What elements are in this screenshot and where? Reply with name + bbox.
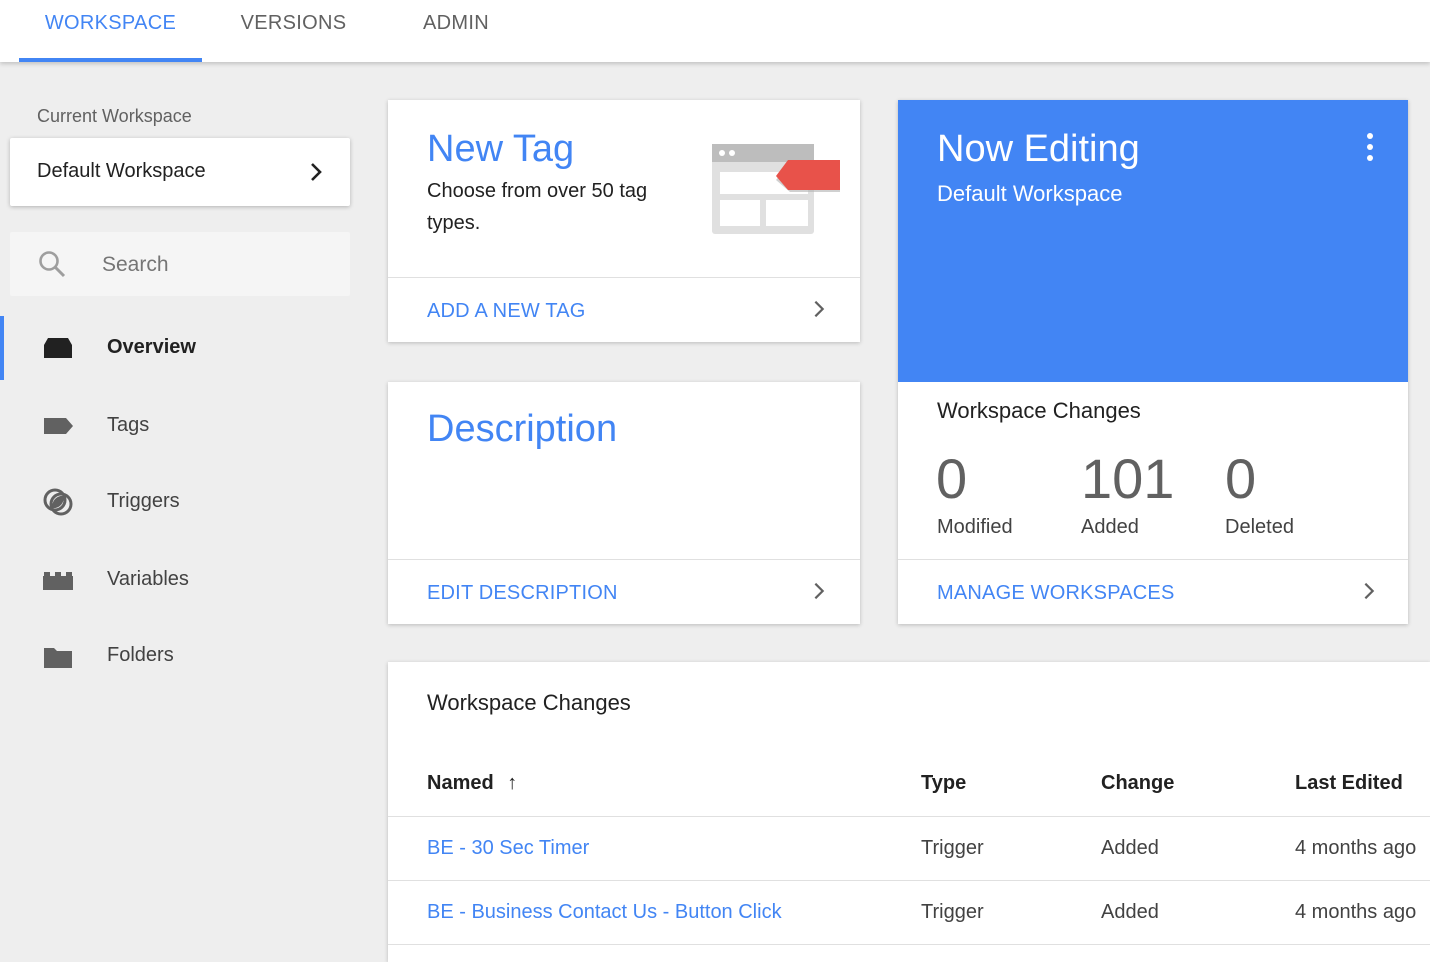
- tab-admin[interactable]: ADMIN: [400, 0, 512, 62]
- description-card: Description EDIT DESCRIPTION: [388, 382, 860, 624]
- workspace-changes-heading: Workspace Changes: [937, 398, 1141, 423]
- chevron-right-icon: [814, 300, 825, 318]
- variables-icon: [43, 572, 73, 590]
- change-name-link[interactable]: BE - 30 Sec Timer: [388, 816, 921, 881]
- chevron-right-icon: [1364, 582, 1375, 600]
- search-icon: [39, 251, 66, 278]
- now-editing-workspace: Default Workspace: [937, 181, 1123, 206]
- change-type: Trigger: [921, 880, 1101, 945]
- column-header-change[interactable]: Change: [1101, 750, 1295, 817]
- workspace-changes-table: Named ↑ Type Change Last Edited BE - 30 …: [388, 750, 1430, 945]
- tab-versions[interactable]: VERSIONS: [220, 0, 367, 62]
- sidebar-item-label: Variables: [107, 568, 189, 590]
- add-new-tag-label: ADD A NEW TAG: [427, 300, 586, 322]
- added-label: Added: [1081, 516, 1139, 538]
- tag-illustration-icon: [712, 144, 840, 234]
- deleted-count: 0: [1225, 447, 1257, 510]
- new-tag-card: New Tag Choose from over 50 tag types. A…: [388, 100, 860, 342]
- new-tag-desc-line2: types.: [427, 212, 481, 234]
- manage-workspaces-button[interactable]: MANAGE WORKSPACES: [898, 559, 1408, 624]
- sidebar-item-folders[interactable]: Folders: [0, 624, 360, 688]
- edit-description-label: EDIT DESCRIPTION: [427, 582, 618, 604]
- modified-label: Modified: [937, 516, 1013, 538]
- description-title: Description: [427, 408, 618, 450]
- tag-icon: [44, 418, 73, 434]
- current-workspace-label: Current Workspace: [37, 106, 192, 126]
- column-header-last-edited[interactable]: Last Edited: [1295, 750, 1430, 817]
- add-new-tag-button[interactable]: ADD A NEW TAG: [388, 277, 860, 342]
- sidebar-item-tags[interactable]: Tags: [0, 394, 360, 458]
- change-status: Added: [1101, 880, 1295, 945]
- chevron-right-icon: [814, 582, 825, 600]
- workspace-selector[interactable]: Default Workspace: [10, 138, 350, 206]
- table-row[interactable]: BE - Business Contact Us - Button Click …: [388, 880, 1430, 945]
- search-input[interactable]: [100, 248, 334, 282]
- now-editing-title: Now Editing: [937, 128, 1140, 170]
- named-header-label: Named: [427, 771, 494, 794]
- workspace-changes-table-heading: Workspace Changes: [427, 690, 631, 715]
- tab-workspace[interactable]: WORKSPACE: [19, 0, 202, 62]
- column-header-named[interactable]: Named ↑: [388, 750, 921, 817]
- search-box[interactable]: [10, 232, 350, 296]
- deleted-label: Deleted: [1225, 516, 1294, 538]
- change-status: Added: [1101, 816, 1295, 881]
- sidebar-item-label: Tags: [107, 414, 150, 436]
- more-vert-icon[interactable]: [1358, 132, 1382, 162]
- workspace-changes-card: Workspace Changes Named ↑ Type Change La…: [388, 662, 1430, 962]
- sidebar-item-variables[interactable]: Variables: [0, 548, 360, 612]
- top-nav-bar: WORKSPACE VERSIONS ADMIN: [0, 0, 1430, 62]
- modified-count: 0: [936, 447, 968, 510]
- change-name-link[interactable]: BE - Business Contact Us - Button Click: [388, 880, 921, 945]
- change-last-edited: 4 months ago: [1295, 816, 1430, 881]
- table-row[interactable]: BE - 30 Sec Timer Trigger Added 4 months…: [388, 816, 1430, 881]
- now-editing-header: Now Editing Default Workspace: [898, 100, 1408, 382]
- folder-icon: [44, 648, 72, 668]
- change-last-edited: 4 months ago: [1295, 880, 1430, 945]
- sidebar-item-label: Triggers: [107, 490, 180, 512]
- sort-arrow-up-icon: ↑: [507, 771, 518, 794]
- added-count: 101: [1081, 447, 1175, 510]
- new-tag-desc-line1: Choose from over 50 tag: [427, 180, 648, 202]
- trigger-icon: [43, 488, 73, 516]
- change-type: Trigger: [921, 816, 1101, 881]
- column-header-type[interactable]: Type: [921, 750, 1101, 817]
- workspace-name: Default Workspace: [37, 160, 206, 182]
- sidebar-item-triggers[interactable]: Triggers: [0, 470, 360, 534]
- now-editing-card: Now Editing Default Workspace Workspace …: [898, 100, 1408, 624]
- chevron-right-icon: [311, 163, 322, 181]
- table-header-row: Named ↑ Type Change Last Edited: [388, 750, 1430, 817]
- sidebar-item-label: Overview: [107, 336, 196, 358]
- manage-workspaces-label: MANAGE WORKSPACES: [937, 582, 1175, 604]
- sidebar-item-label: Folders: [107, 644, 174, 666]
- sidebar-item-overview[interactable]: Overview: [0, 316, 360, 380]
- new-tag-title[interactable]: New Tag: [427, 128, 574, 171]
- edit-description-button[interactable]: EDIT DESCRIPTION: [388, 559, 860, 624]
- overview-icon: [44, 338, 72, 358]
